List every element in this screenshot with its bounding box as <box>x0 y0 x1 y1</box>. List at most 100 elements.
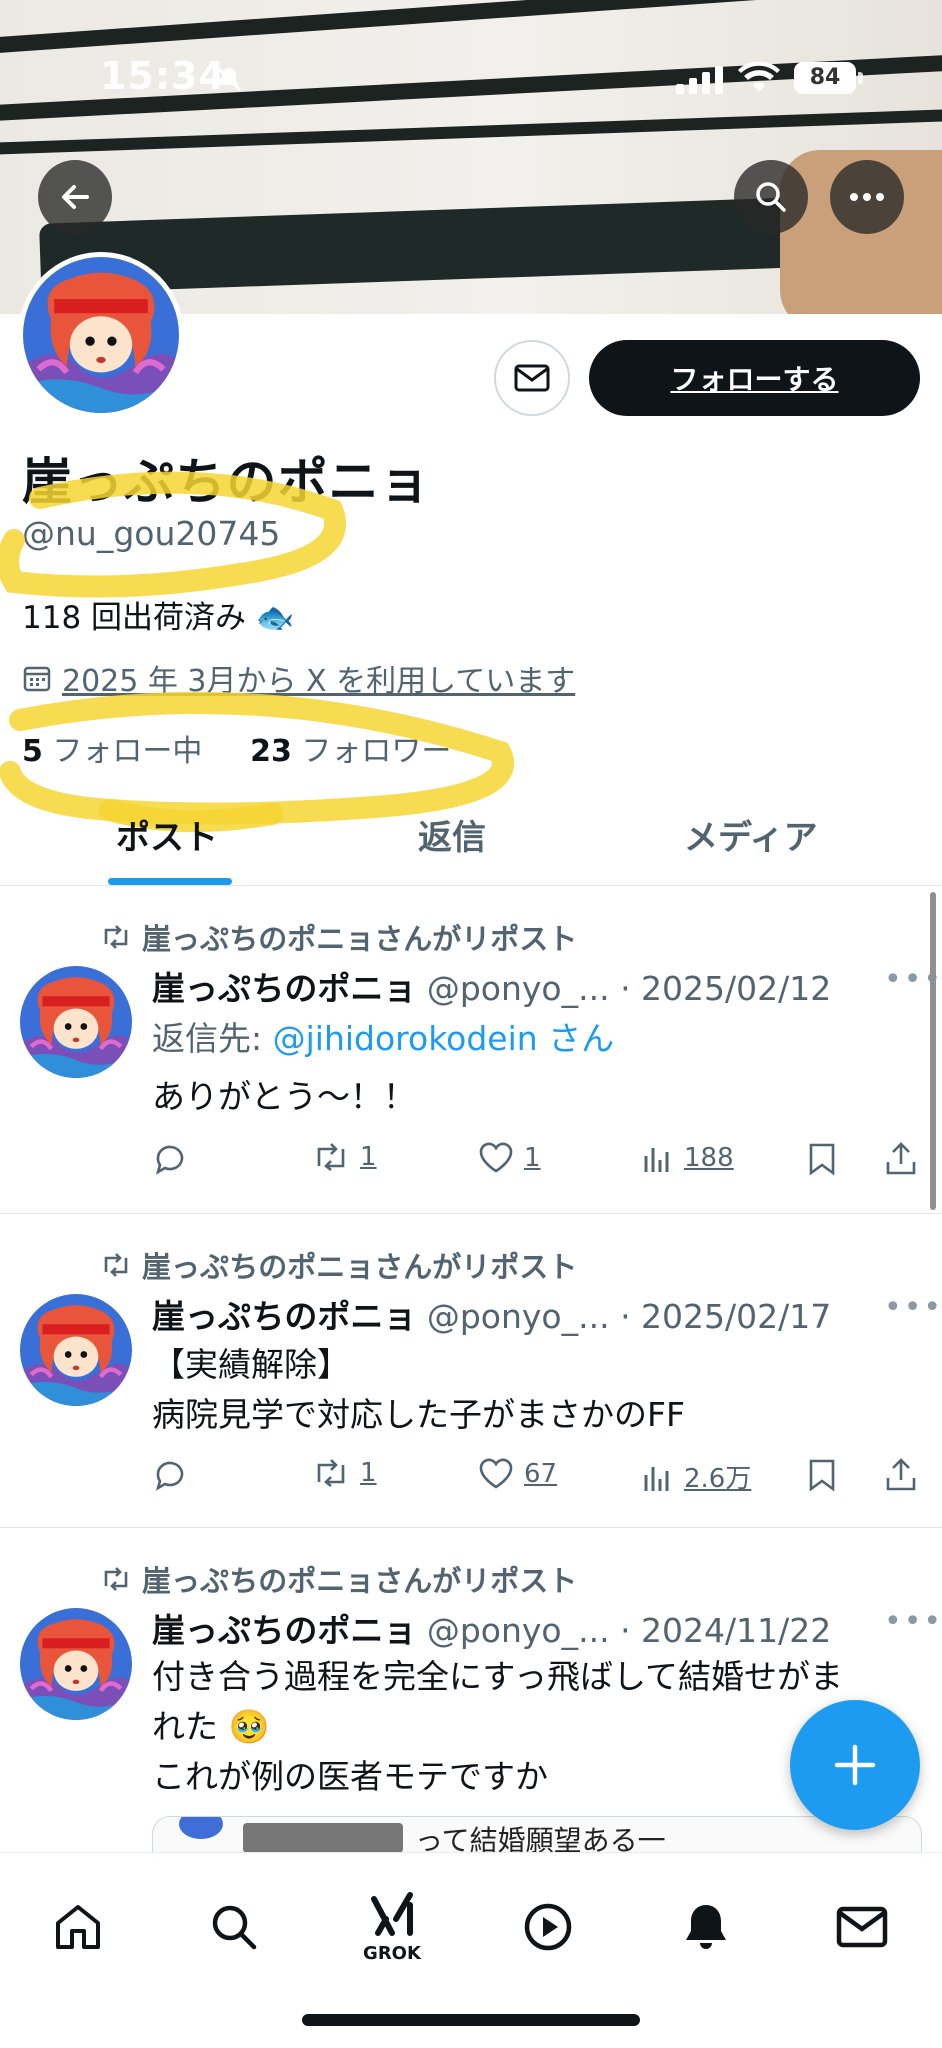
embedded-avatar <box>179 1817 223 1839</box>
redacted-block <box>243 1823 403 1853</box>
home-indicator <box>302 2014 640 2026</box>
repost-indicator: 崖っぷちのポニョさんがリポスト <box>100 1558 577 1600</box>
search-button[interactable] <box>734 160 808 234</box>
tab-replies[interactable]: 返信 <box>418 810 486 859</box>
post-author[interactable]: 崖っぷちのポニョ <box>152 969 416 1008</box>
post-avatar[interactable] <box>20 1608 132 1720</box>
like-button[interactable]: 1 <box>478 1142 541 1174</box>
home-icon <box>56 1905 100 1949</box>
arrow-left-icon <box>62 185 89 209</box>
more-button[interactable] <box>830 160 904 234</box>
followers-link[interactable]: 23 フォロワー <box>250 734 451 769</box>
like-button[interactable]: 67 <box>478 1458 557 1490</box>
nav-notifications[interactable] <box>666 1887 746 1967</box>
repost-label: 崖っぷちのポニョさんがリポスト <box>142 1250 578 1284</box>
post-text-line1: 付き合う過程を完全にすっ飛ばして結婚せがま <box>152 1657 844 1696</box>
view-count: 188 <box>684 1143 734 1173</box>
envelope-icon <box>836 1906 888 1948</box>
bookmark-icon <box>809 1459 835 1492</box>
comment-icon <box>155 1461 184 1491</box>
tab-media[interactable]: メディア <box>684 810 818 859</box>
post-item[interactable]: 崖っぷちのポニョさんがリポスト 崖っぷちのポニョ @ponyo_... · 20… <box>0 1528 942 1852</box>
reply-context: 返信先: @jihidorokodein さん <box>152 1014 912 1064</box>
profile-avatar[interactable] <box>18 252 184 418</box>
back-button[interactable] <box>38 160 112 234</box>
envelope-icon <box>514 364 550 392</box>
wifi-icon <box>738 62 780 92</box>
bell-icon <box>686 1905 726 1949</box>
post-meta: @ponyo_... · 2024/11/22 <box>426 1611 832 1650</box>
following-label: フォロー中 <box>52 734 203 769</box>
ponyo-avatar-image <box>20 1294 132 1406</box>
status-time: 15:34 <box>100 54 226 98</box>
repost-label: 崖っぷちのポニョさんがリポスト <box>142 1564 578 1598</box>
following-link[interactable]: 5 フォロー中 <box>22 734 202 769</box>
repost-icon <box>104 925 128 949</box>
post-more-icon[interactable]: ••• <box>884 1290 942 1325</box>
bar-chart-icon <box>644 1466 669 1491</box>
heart-icon <box>479 1142 513 1173</box>
nav-messages[interactable] <box>822 1887 902 1967</box>
post-item[interactable]: 崖っぷちのポニョさんがリポスト 崖っぷちのポニョ @ponyo_... · 20… <box>0 886 942 1214</box>
repost-icon <box>317 1143 345 1172</box>
post-author[interactable]: 崖っぷちのポニョ <box>152 1297 416 1336</box>
message-button[interactable] <box>494 340 570 416</box>
battery-indicator: 84 <box>794 62 856 94</box>
calendar-icon <box>23 666 51 692</box>
grok-label: GROK <box>363 1942 421 1964</box>
bookmark-button[interactable] <box>808 1458 836 1492</box>
post-text-line1: 【実績解除】 <box>152 1345 350 1384</box>
repost-label: 崖っぷちのポニョさんがリポスト <box>142 922 578 956</box>
retweet-button[interactable]: 1 <box>312 1458 377 1488</box>
post-header: 崖っぷちのポニョ @ponyo_... · 2025/02/12 <box>152 962 831 1010</box>
post-avatar[interactable] <box>20 1294 132 1406</box>
post-avatar[interactable] <box>20 966 132 1078</box>
nav-video[interactable] <box>508 1887 588 1967</box>
reply-button[interactable] <box>152 1458 188 1494</box>
followers-label: フォロワー <box>301 734 452 769</box>
view-count: 2.6万 <box>684 1464 752 1494</box>
follow-counts: 5 フォロー中 23 フォロワー <box>22 726 451 770</box>
tab-posts[interactable]: ポスト <box>116 810 218 859</box>
ponyo-avatar-image <box>20 1608 132 1720</box>
nav-search[interactable] <box>194 1887 274 1967</box>
cellular-signal-icon <box>676 66 723 94</box>
join-date[interactable]: 2025 年 3月から X を利用しています <box>22 656 575 700</box>
active-tab-indicator <box>108 878 232 885</box>
repost-indicator: 崖っぷちのポニョさんがリポスト <box>100 1244 577 1286</box>
post-text-line2: 病院見学で対応した子がまさかのFF <box>152 1395 685 1434</box>
repost-icon <box>104 1253 128 1277</box>
ponyo-avatar-image <box>23 257 179 413</box>
retweet-count: 1 <box>360 1142 377 1172</box>
plus-icon <box>834 1744 876 1786</box>
battery-tip <box>858 72 863 84</box>
nav-grok[interactable]: GROK <box>352 1887 432 1967</box>
reply-button[interactable] <box>152 1142 188 1178</box>
views-button[interactable]: 188 <box>642 1142 734 1174</box>
followers-count: 23 <box>250 734 292 769</box>
retweet-button[interactable]: 1 <box>312 1142 377 1172</box>
reply-handle-link[interactable]: @jihidorokodein <box>273 1019 538 1058</box>
post-meta: @ponyo_... · 2025/02/12 <box>426 969 832 1008</box>
play-circle-icon <box>524 1903 572 1951</box>
share-button[interactable] <box>884 1142 918 1176</box>
profile-handle: @nu_gou20745 <box>22 514 281 553</box>
reply-suffix: さん <box>537 1019 615 1058</box>
post-author[interactable]: 崖っぷちのポニョ <box>152 1611 416 1650</box>
share-button[interactable] <box>884 1458 918 1492</box>
post-item[interactable]: 崖っぷちのポニョさんがリポスト 崖っぷちのポニョ @ponyo_... · 20… <box>0 1214 942 1528</box>
follow-button[interactable]: フォローする <box>589 340 920 416</box>
profile-tabs: ポスト 返信 メディア <box>0 800 942 886</box>
status-bar: 15:34 84 <box>0 50 942 110</box>
bar-chart-icon <box>644 1148 669 1172</box>
bookmark-button[interactable] <box>808 1142 836 1176</box>
scrollbar[interactable] <box>930 892 936 1210</box>
post-header: 崖っぷちのポニョ @ponyo_... · 2024/11/22 <box>152 1604 831 1652</box>
silent-bell-icon <box>216 66 242 92</box>
post-actions: 1 1 188 <box>152 1142 922 1186</box>
nav-home[interactable] <box>38 1887 118 1967</box>
compose-post-button[interactable] <box>790 1700 920 1830</box>
views-button[interactable]: 2.6万 <box>642 1458 751 1495</box>
post-more-icon[interactable]: ••• <box>884 1604 942 1639</box>
share-icon <box>886 1458 916 1491</box>
